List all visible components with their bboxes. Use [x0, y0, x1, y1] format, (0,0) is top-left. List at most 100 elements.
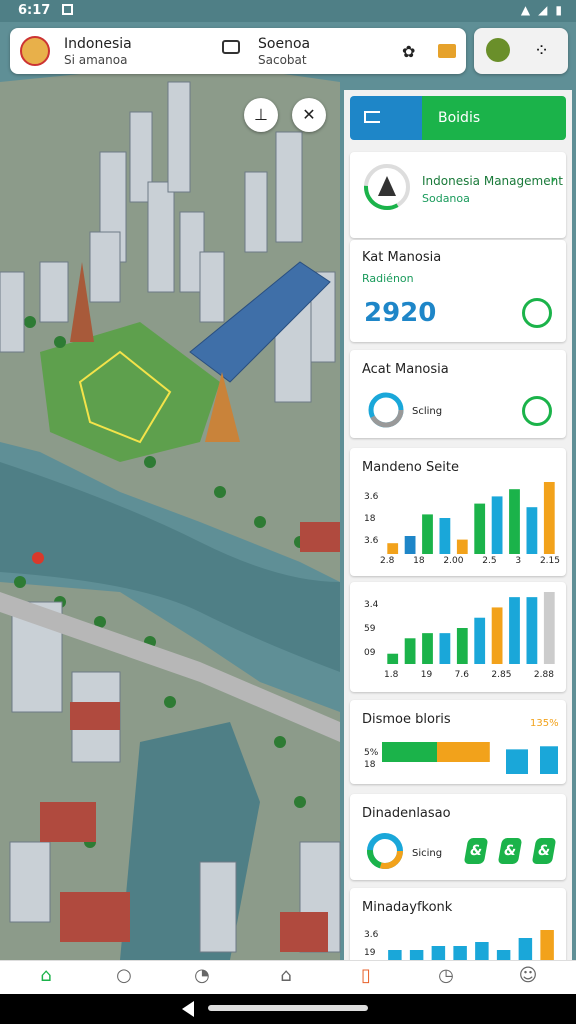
chart-bar: [540, 930, 554, 960]
tools-button[interactable]: ✕: [292, 98, 326, 132]
ring-title: Acat Manosia: [362, 362, 449, 377]
chart1-title: Mandeno Seite: [362, 460, 459, 475]
top-right-panel: ⁘: [474, 28, 568, 74]
layers-button[interactable]: ⊥: [244, 98, 278, 132]
document-icon[interactable]: ▯: [352, 965, 380, 991]
ring-label: Scling: [412, 406, 443, 417]
home-pill[interactable]: [208, 1005, 368, 1011]
camera-icon[interactable]: ✿: [402, 42, 415, 61]
chart-bar: [422, 514, 433, 554]
donut-label: Sicing: [412, 848, 443, 859]
chart-bar: [437, 742, 490, 762]
donut-chart: [367, 833, 403, 869]
chart-card-3[interactable]: Dismoe bloris 135% 5% 18: [350, 700, 566, 784]
chart-bar: [474, 617, 486, 664]
folder-icon[interactable]: [438, 44, 456, 58]
globe-icon: [522, 396, 552, 426]
y-tick: 3.6: [364, 536, 379, 546]
bottom-nav: ⌂ ○ ◔ ⌂ ▯ ◷ ☺: [0, 960, 576, 995]
signal-icon: ▲: [520, 3, 531, 17]
stat-card[interactable]: Kat Manosia Radiénon 2920: [350, 240, 566, 342]
chart-bar: [526, 597, 538, 664]
chart-bar: [540, 746, 558, 774]
list-icon: [364, 111, 380, 123]
y-tick: 09: [364, 648, 376, 658]
chart-bar: [543, 482, 555, 554]
wifi-icon: ◢: [538, 3, 548, 17]
center-subtitle: Sacobat: [258, 53, 307, 67]
ring-card[interactable]: Acat Manosia Scling: [350, 350, 566, 438]
clock-icon[interactable]: ◔: [188, 965, 216, 991]
chart-card-2[interactable]: 3.4 59 09 1.8 19 7.6 2.85 2.88: [350, 582, 566, 692]
chart4-title: Minadayfkonk: [362, 900, 453, 915]
back-icon[interactable]: [182, 1001, 194, 1017]
x-tick: 7.6: [454, 670, 469, 680]
donut-title: Dinadenlasao: [362, 806, 451, 821]
donut-card[interactable]: Dinadenlasao Sicing & & &: [350, 794, 566, 880]
top-bar: Indonesia Si amanoa Soenoa Sacobat ✿: [10, 28, 466, 74]
chart-card-1[interactable]: Mandeno Seite 3.6 18 3.6 2.8 18 2.00 2.5…: [350, 448, 566, 576]
chart3-percent: 135%: [530, 718, 559, 729]
chart-bar: [453, 946, 467, 960]
ring-chart: [368, 392, 404, 428]
chart-bar: [475, 942, 489, 960]
chart-bar: [388, 950, 402, 960]
chart-bar: [509, 597, 520, 664]
dice-icon[interactable]: ⁘: [534, 40, 549, 61]
y-tick: 5%: [364, 748, 379, 758]
chart-bar: [439, 518, 451, 554]
x-tick: 1.8: [384, 670, 399, 680]
home-icon[interactable]: ⌂: [32, 965, 60, 991]
chart4-plot: [388, 930, 554, 960]
stat-title: Kat Manosia: [362, 250, 442, 265]
x-tick: 18: [413, 556, 425, 566]
panel-tabs: Boidis: [350, 96, 566, 140]
chart-bar: [509, 489, 520, 554]
profile-subtitle: Sodanoa: [422, 192, 470, 205]
chart2-plot: [387, 592, 555, 664]
badge-icon: &: [497, 838, 523, 864]
chart-bar: [387, 543, 399, 554]
building-icon[interactable]: ⌂: [272, 965, 300, 991]
timer-icon[interactable]: ◷: [432, 965, 460, 991]
x-tick: 2.5: [482, 556, 497, 566]
chart-bar: [526, 507, 538, 554]
system-nav-bar: [0, 994, 576, 1024]
globe-icon: [522, 298, 552, 328]
x-tick: 19: [420, 670, 433, 680]
center-title: Soenoa: [258, 36, 311, 52]
stat-value: 2920: [364, 298, 437, 328]
status-bar: 6:17 ▲ ◢ ▮: [0, 0, 576, 22]
x-tick: 3: [515, 556, 522, 566]
profile-icon[interactable]: ☺: [514, 965, 542, 991]
chart1-plot: [387, 482, 555, 554]
x-tick: 2.00: [443, 556, 464, 566]
profile-card[interactable]: Indonesia Management Sodanoa ›: [350, 152, 566, 238]
leaf-icon[interactable]: [486, 38, 510, 62]
chart-bar: [491, 607, 503, 664]
tab-list[interactable]: [350, 96, 422, 140]
chart-bar: [439, 633, 451, 664]
badge-icon: &: [463, 838, 489, 864]
chart-bar: [456, 628, 468, 664]
search-icon[interactable]: ○: [110, 965, 138, 991]
side-panel: Boidis Indonesia Management Sodanoa › Ka…: [344, 90, 572, 960]
chart-bar: [506, 749, 528, 774]
battery-icon: ▮: [555, 3, 562, 17]
badge-icon: &: [531, 838, 557, 864]
chart-bar: [491, 496, 503, 554]
avatar[interactable]: [20, 36, 50, 66]
chart-bar: [382, 742, 437, 762]
chart-bar: [543, 592, 555, 664]
x-tick: 2.8: [380, 556, 395, 566]
location-subtitle: Si amanoa: [64, 53, 128, 67]
tab-boidis[interactable]: Boidis: [422, 96, 566, 140]
chart-bar: [387, 653, 399, 664]
y-tick: 18: [364, 760, 376, 770]
chat-icon[interactable]: [222, 40, 240, 54]
chart-bar: [474, 503, 486, 554]
chart-card-4[interactable]: Minadayfkonk 3.6 19: [350, 888, 566, 960]
y-tick: 3.6: [364, 930, 379, 940]
x-tick: 2.85: [491, 670, 512, 680]
progress-ring: [364, 164, 410, 210]
